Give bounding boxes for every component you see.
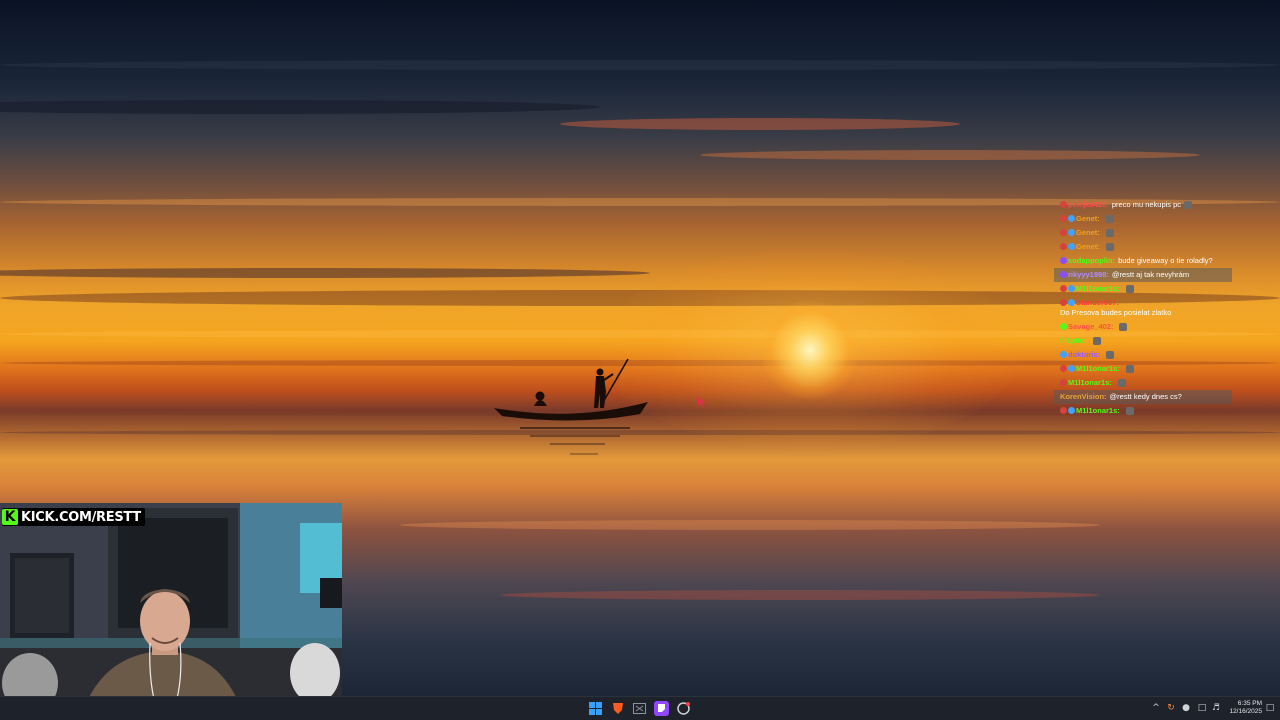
chat-emote-icon (1092, 337, 1101, 345)
chat-text: bude giveaway o tie roladly? (1118, 256, 1213, 265)
network-icon[interactable]: □ (1196, 702, 1208, 714)
chat-badge-icon (1060, 379, 1067, 386)
chat-badge-icon (1060, 299, 1067, 306)
chat-badge-icon (1060, 201, 1067, 208)
chat-username: M1l1onar1s: (1076, 364, 1120, 373)
chat-emote-icon (1125, 407, 1134, 415)
chat-text: @restt aj tak nevyhrám (1111, 270, 1190, 279)
chat-username: M1l1onar1s: (1076, 284, 1120, 293)
clock-time: 6:35 PM (1237, 700, 1262, 707)
chat-username: Genet: (1076, 214, 1100, 223)
chat-emote-icon (1105, 229, 1114, 237)
chat-badge-icon (1060, 243, 1067, 250)
boat-silhouette (494, 358, 648, 455)
volume-icon[interactable]: ♬ (1210, 702, 1222, 714)
chat-emote-icon (1125, 285, 1134, 293)
chat-username: Genet: (1076, 228, 1100, 237)
chat-emote-icon (1117, 379, 1126, 387)
chat-badge-icon (1060, 229, 1067, 236)
chat-emote-icon (1106, 351, 1115, 359)
chat-message: M1l1onar1s: (1054, 362, 1232, 376)
tray-overflow-chevron-icon[interactable]: ^ (1150, 702, 1162, 714)
chat-username: Genet: (1076, 242, 1100, 251)
chat-badge-icon (1060, 365, 1067, 372)
sun (760, 300, 860, 400)
chat-emote-icon (1125, 365, 1134, 373)
chat-message: M1l1onar1s: (1054, 282, 1232, 296)
chat-message: M1l1onar1s: (1054, 404, 1232, 418)
tray-sync-icon[interactable]: ↻ (1165, 702, 1177, 714)
chat-message: Genet: (1054, 226, 1232, 240)
chat-text: preco mu nekupis pc (1111, 200, 1182, 209)
microphone-icon[interactable]: ● (1180, 702, 1192, 714)
notifications-icon[interactable]: □ (1264, 702, 1276, 714)
chat-message: Genet: (1054, 240, 1232, 254)
chat-username: doktoris: (1068, 350, 1101, 359)
chat-emote-icon (1105, 243, 1114, 251)
chat-message: pelejko420: preco mu nekupis pc (1054, 198, 1232, 212)
file-window-icon[interactable] (632, 701, 647, 716)
chat-badge-icon (1060, 407, 1067, 414)
chat-message: Stander007: Do Presova budes posielat zla… (1054, 296, 1232, 320)
twitch-app-icon[interactable] (654, 701, 669, 716)
chat-overlay: pelejko420: preco mu nekupis pc Genet: Gene… (1054, 198, 1232, 473)
chat-text: Do Presova budes posielat zlatko (1060, 308, 1172, 317)
chat-username: M1l1onar1s: (1068, 378, 1112, 387)
chat-message: sodappoplin: bude giveaway o tie roladly? (1054, 254, 1232, 268)
chat-badge-icon (1060, 257, 1067, 264)
taskbar: ^ ↻ ● □ ♬ 6:35 PM 12/16/2025 □ (0, 696, 1280, 720)
chat-badge-icon (1068, 365, 1075, 372)
chat-message: fil1p0o: (1054, 334, 1232, 348)
kick-logo-icon: K (2, 509, 18, 525)
chat-message: rikyyy1998: @restt aj tak nevyhrám (1054, 268, 1232, 282)
chat-message: doktoris: (1054, 348, 1232, 362)
chat-username: fil1p0o: (1060, 336, 1087, 345)
channel-url: KICK.COM/RESTT (21, 509, 141, 525)
chat-message: Genet: (1054, 212, 1232, 226)
chat-username: Savage_402: (1068, 322, 1114, 331)
chat-username: Stander007: (1076, 298, 1119, 307)
chat-emote-icon (1119, 323, 1128, 331)
chat-username: pelejko420: (1068, 200, 1109, 209)
chat-message: M1l1onar1s: (1054, 376, 1232, 390)
chat-username: KorenVision: (1060, 392, 1107, 401)
chat-message: KorenVision: @restt kedy dnes cs? (1054, 390, 1232, 404)
chat-badge-icon (1068, 215, 1075, 222)
mouse-cursor-icon (698, 397, 706, 407)
chat-badge-icon (1060, 215, 1067, 222)
chat-badge-icon (1060, 323, 1067, 330)
chat-emote-icon (1184, 201, 1193, 209)
chat-emote-icon (1105, 215, 1114, 223)
chat-badge-icon (1068, 299, 1075, 306)
webcam-overlay: K KICK.COM/RESTT (0, 503, 342, 720)
chat-badge-icon (1068, 243, 1075, 250)
taskbar-clock[interactable]: 6:35 PM 12/16/2025 (1224, 700, 1262, 716)
chat-text: @restt kedy dnes cs? (1109, 392, 1182, 401)
chat-username: sodappoplin: (1068, 256, 1116, 265)
chat-badge-icon (1068, 285, 1075, 292)
chat-username: M1l1onar1s: (1076, 406, 1120, 415)
windows-start-icon[interactable] (588, 701, 603, 716)
chat-badge-icon (1060, 351, 1067, 358)
webcam-scene (0, 503, 342, 720)
kick-channel-label: K KICK.COM/RESTT (2, 508, 145, 526)
obs-app-icon[interactable] (676, 701, 691, 716)
chat-badge-icon (1068, 407, 1075, 414)
chat-message: Savage_402: (1054, 320, 1232, 334)
chat-badge-icon (1068, 229, 1075, 236)
brave-browser-icon[interactable] (610, 701, 625, 716)
chat-username: rikyyy1998: (1068, 270, 1109, 279)
chat-badge-icon (1060, 271, 1067, 278)
clock-date: 12/16/2025 (1229, 708, 1262, 715)
chat-badge-icon (1060, 285, 1067, 292)
